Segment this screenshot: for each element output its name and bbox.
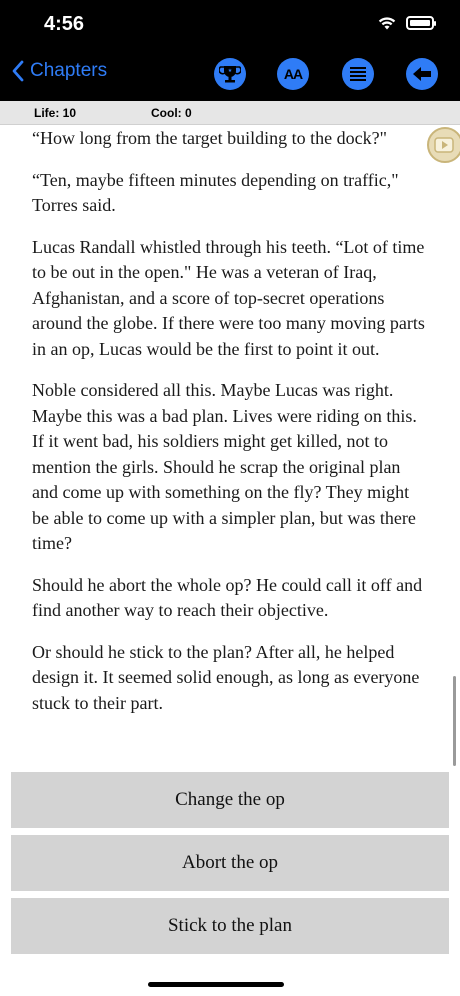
wifi-icon	[378, 16, 396, 30]
battery-icon	[406, 16, 436, 30]
video-ad-button[interactable]	[426, 126, 460, 164]
svg-text:★: ★	[228, 68, 233, 74]
back-arrow-button[interactable]	[406, 58, 438, 90]
chapters-label: Chapters	[30, 60, 108, 81]
scroll-indicator[interactable]	[453, 676, 456, 766]
status-icons	[378, 16, 436, 30]
home-indicator[interactable]	[148, 982, 284, 987]
chapters-back-button[interactable]: Chapters	[12, 60, 107, 82]
trophy-icon: ★	[219, 66, 241, 83]
story-paragraph: Noble considered all this. Maybe Lucas w…	[32, 380, 417, 553]
choice-abort-the-op-button[interactable]: Abort the op	[11, 835, 449, 891]
story-paragraph: Lucas Randall whistled through his teeth…	[32, 236, 425, 359]
font-size-button[interactable]: AA	[277, 58, 309, 90]
story-text: “How long from the target building to th…	[32, 126, 428, 732]
story-paragraph: Or should he stick to the plan? After al…	[32, 641, 420, 713]
stats-bar: Life: 10 Cool: 0	[0, 101, 460, 125]
choice-change-the-op-button[interactable]: Change the op	[11, 772, 449, 828]
font-size-icon: AA	[283, 66, 303, 82]
life-stat: Life: 10	[34, 106, 77, 120]
menu-button[interactable]	[342, 58, 374, 90]
back-arrow-icon	[413, 67, 431, 81]
trophy-button[interactable]: ★	[214, 58, 246, 90]
story-paragraph: “How long from the target building to th…	[32, 128, 387, 148]
story-paragraph: “Ten, maybe fifteen minutes depending on…	[32, 169, 399, 216]
chevron-left-icon	[12, 60, 24, 82]
cool-stat: Cool: 0	[151, 106, 192, 120]
choice-stick-to-the-plan-button[interactable]: Stick to the plan	[11, 898, 449, 954]
top-bar: 4:56 Chapters ★ AA	[0, 0, 460, 101]
menu-icon	[350, 67, 366, 81]
play-video-icon	[427, 127, 460, 163]
story-paragraph: Should he abort the whole op? He could c…	[32, 574, 423, 621]
status-time: 4:56	[44, 13, 85, 35]
